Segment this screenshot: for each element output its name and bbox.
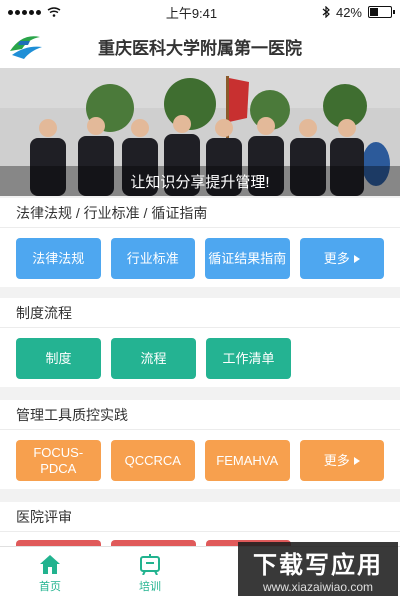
chevron-right-icon: [353, 254, 360, 263]
banner-carousel[interactable]: 让知识分享提升管理!: [0, 68, 400, 196]
law-regulations-button[interactable]: 法律法规: [16, 238, 101, 279]
section-process: 制度流程 制度 流程 工作清单: [0, 298, 400, 387]
status-left: [8, 7, 61, 17]
tab-home-label: 首页: [39, 581, 61, 593]
section-title-law: 法律法规 / 行业标准 / 循证指南: [0, 198, 400, 228]
battery-icon: [368, 6, 395, 18]
watermark-main: 下载写应用: [253, 551, 383, 579]
signal-icon: [8, 9, 41, 15]
bluetooth-icon: [322, 6, 330, 18]
section-title-tools: 管理工具质控实践: [0, 400, 400, 430]
home-icon: [40, 555, 60, 574]
tab-home[interactable]: 首页: [0, 547, 100, 600]
tools-more-button[interactable]: 更多: [299, 440, 384, 481]
battery-fill: [370, 8, 378, 16]
tools-button-row: FOCUS-PDCA QCCRCA FEMAHVA 更多: [0, 430, 400, 481]
status-time: 上午9:41: [165, 5, 218, 21]
section-law: 法律法规 / 行业标准 / 循证指南 法律法规 行业标准 循证结果指南 更多: [0, 198, 400, 287]
wifi-icon: [47, 7, 61, 17]
system-button[interactable]: 制度: [16, 338, 101, 379]
battery-percent: 42%: [335, 4, 362, 20]
watermark-sub: www.xiazaiwiao.com: [262, 579, 374, 594]
qccrca-button[interactable]: QCCRCA: [110, 440, 195, 481]
work-list-button[interactable]: 工作清单: [206, 338, 291, 379]
status-right: 42%: [322, 4, 395, 20]
femahva-button[interactable]: FEMAHVA: [205, 440, 290, 481]
banner-caption: 让知识分享提升管理!: [0, 166, 400, 196]
app-header: 重庆医科大学附属第一医院: [0, 24, 400, 69]
section-title-review: 医院评审: [0, 502, 400, 532]
tab-training-label: 培训: [139, 581, 161, 593]
focus-pdca-button[interactable]: FOCUS-PDCA: [16, 440, 101, 481]
chevron-right-icon: [353, 456, 360, 465]
page-title: 重庆医科大学附属第一医院: [98, 38, 302, 58]
status-bar: 上午9:41 42%: [0, 0, 400, 24]
law-more-button[interactable]: 更多: [299, 238, 384, 279]
hospital-logo-icon: [0, 24, 52, 68]
section-title-process: 制度流程: [0, 298, 400, 328]
training-icon: [140, 554, 160, 575]
evidence-guide-button[interactable]: 循证结果指南: [205, 238, 290, 279]
law-more-label: 更多: [323, 250, 350, 266]
process-button[interactable]: 流程: [111, 338, 196, 379]
tab-training[interactable]: 培训: [100, 547, 200, 600]
industry-standards-button[interactable]: 行业标准: [110, 238, 195, 279]
section-tools: 管理工具质控实践 FOCUS-PDCA QCCRCA FEMAHVA 更多: [0, 400, 400, 489]
tools-more-label: 更多: [323, 452, 350, 468]
watermark: 下载写应用 www.xiazaiwiao.com: [238, 542, 398, 596]
process-button-row: 制度 流程 工作清单: [0, 328, 400, 379]
law-button-row: 法律法规 行业标准 循证结果指南 更多: [0, 228, 400, 279]
